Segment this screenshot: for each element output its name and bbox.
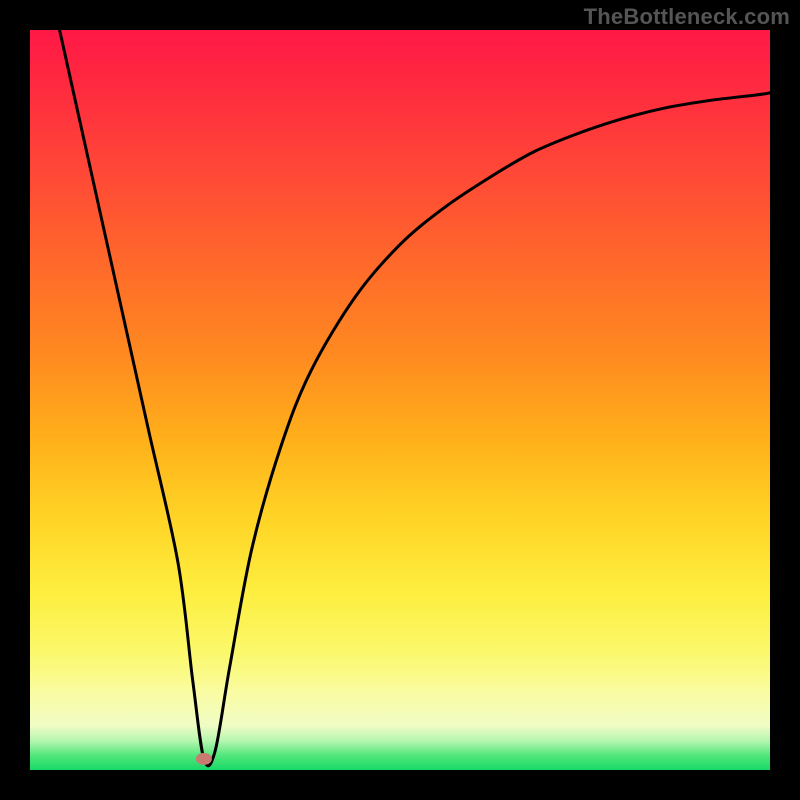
curve-svg: [30, 30, 770, 770]
chart-container: TheBottleneck.com: [0, 0, 800, 800]
watermark-text: TheBottleneck.com: [584, 4, 790, 30]
optimum-marker: [196, 753, 212, 765]
bottleneck-curve: [60, 30, 770, 766]
plot-area: [30, 30, 770, 770]
